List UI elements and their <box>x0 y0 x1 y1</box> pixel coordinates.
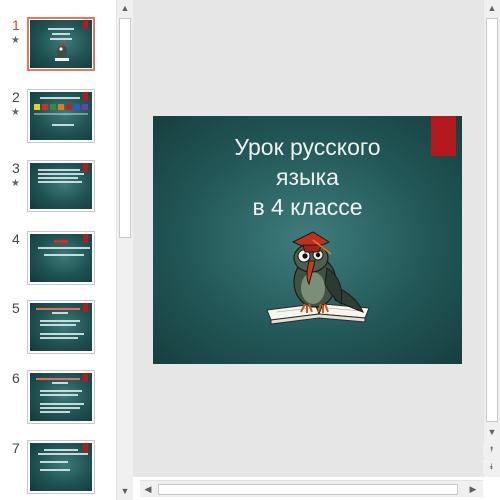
scroll-up-icon[interactable]: ▲ <box>117 0 133 17</box>
slide-title[interactable]: Урок русского языка в 4 классе <box>173 132 442 222</box>
slide-thumbnail-pane[interactable]: 1 ★ 2 ★ 3 ★ 4 5 6 7 <box>0 0 116 500</box>
slide-editing-area[interactable]: Урок русского языка в 4 классе <box>133 0 483 477</box>
color-swatch <box>58 104 64 110</box>
mini-text-line <box>52 124 74 126</box>
title-line: в 4 классе <box>252 194 363 220</box>
scroll-left-icon[interactable]: ◀ <box>140 481 156 498</box>
mini-text-line <box>38 247 90 249</box>
mini-text-line <box>38 173 84 175</box>
mini-text-line <box>40 469 70 471</box>
thumbnail-preview <box>30 303 92 351</box>
thumbnail-item-6[interactable]: 6 <box>0 370 116 430</box>
accent-bar <box>83 303 88 312</box>
mini-text-line <box>40 411 70 413</box>
mini-text-line <box>40 403 84 405</box>
mini-text-line <box>38 181 82 183</box>
thumbnail-preview <box>30 373 92 421</box>
accent-bar <box>83 373 88 382</box>
thumbnail-item-5[interactable]: 5 <box>0 300 116 360</box>
owl-icon <box>55 43 69 61</box>
scroll-up-icon[interactable]: ▲ <box>484 0 500 17</box>
mini-text-line <box>38 177 78 179</box>
thumbnail-number: 6 <box>12 370 20 386</box>
thumbnail-item-3[interactable]: 3 ★ <box>0 160 116 220</box>
thumbnail-preview <box>30 92 92 140</box>
color-swatch <box>42 104 48 110</box>
accent-bar <box>83 163 88 172</box>
mini-text-line <box>52 312 68 314</box>
mini-text-line <box>52 33 70 35</box>
thumbnail-number: 4 <box>12 231 20 247</box>
mini-text-line <box>52 382 68 384</box>
accent-bar <box>83 234 88 243</box>
mini-text-line <box>40 394 78 396</box>
color-swatch <box>66 104 72 110</box>
next-slide-icon[interactable]: ⯯ <box>483 460 500 474</box>
thumbnail-item-2[interactable]: 2 ★ <box>0 89 116 149</box>
mini-text-line <box>36 378 80 380</box>
mini-text-line <box>50 38 72 40</box>
star-icon: ★ <box>11 35 20 46</box>
thumbnail-preview <box>30 20 92 68</box>
scroll-right-icon[interactable]: ▶ <box>465 481 481 498</box>
mini-text-line <box>40 320 80 322</box>
color-swatch <box>34 104 40 110</box>
thumbnail-number: 2 <box>12 89 20 105</box>
star-icon: ★ <box>11 107 20 118</box>
thumbnail-preview <box>30 234 92 282</box>
thumbnail-item-7[interactable]: 7 <box>0 440 116 500</box>
mini-text-line <box>44 254 84 256</box>
mini-text-line <box>38 453 88 455</box>
mini-text-line <box>40 97 80 99</box>
thumbnail-number: 7 <box>12 440 20 456</box>
scroll-thumb[interactable] <box>119 18 131 238</box>
thumbnail-frame[interactable] <box>27 440 95 494</box>
title-line: языка <box>276 164 339 190</box>
scroll-down-icon[interactable]: ▼ <box>484 424 500 441</box>
mini-text-line <box>40 407 80 409</box>
scroll-down-icon[interactable]: ▼ <box>117 483 133 500</box>
accent-bar <box>83 443 88 452</box>
scroll-thumb[interactable] <box>486 18 498 422</box>
thumbnail-item-1[interactable]: 1 ★ <box>0 17 116 77</box>
mini-text-line <box>36 308 80 310</box>
thumbnail-scrollbar[interactable]: ▲ ▼ <box>116 0 133 500</box>
previous-slide-icon[interactable]: ⯭ <box>483 443 500 457</box>
thumbnail-frame[interactable] <box>27 231 95 285</box>
thumbnail-frame[interactable] <box>27 370 95 424</box>
mini-text-line <box>40 337 78 339</box>
thumbnail-preview <box>30 163 92 209</box>
accent-bar <box>83 20 88 29</box>
thumbnail-frame[interactable] <box>27 89 95 143</box>
star-icon: ★ <box>11 178 20 189</box>
mini-text-line <box>40 390 82 392</box>
mini-text-line <box>34 113 88 115</box>
mini-text-line <box>38 169 80 171</box>
accent-bar <box>83 92 88 101</box>
mini-text-line <box>44 449 78 451</box>
thumbnail-preview <box>30 443 92 491</box>
mini-text-line <box>40 324 76 326</box>
thumbnail-frame[interactable] <box>27 160 95 212</box>
thumbnail-frame[interactable] <box>27 17 95 71</box>
current-slide[interactable]: Урок русского языка в 4 классе <box>153 116 462 364</box>
thumbnail-frame[interactable] <box>27 300 95 354</box>
slide-scrollbar[interactable]: ▲ ▼ <box>483 0 500 477</box>
title-line: Урок русского <box>234 134 381 160</box>
mini-text-line <box>40 333 84 335</box>
mini-title-red <box>54 240 68 243</box>
thumbnail-item-4[interactable]: 4 <box>0 231 116 291</box>
horizontal-scrollbar[interactable]: ◀ ▶ <box>140 480 483 497</box>
thumbnail-number: 1 <box>12 17 20 33</box>
thumbnail-number: 3 <box>12 160 20 176</box>
color-swatch <box>50 104 56 110</box>
color-swatch <box>74 104 80 110</box>
scroll-thumb[interactable] <box>158 484 458 495</box>
mini-text-line <box>48 28 74 30</box>
thumbnail-number: 5 <box>12 300 20 316</box>
mini-text-line <box>40 461 68 463</box>
color-swatch <box>82 104 88 110</box>
owl-icon[interactable] <box>263 228 373 328</box>
